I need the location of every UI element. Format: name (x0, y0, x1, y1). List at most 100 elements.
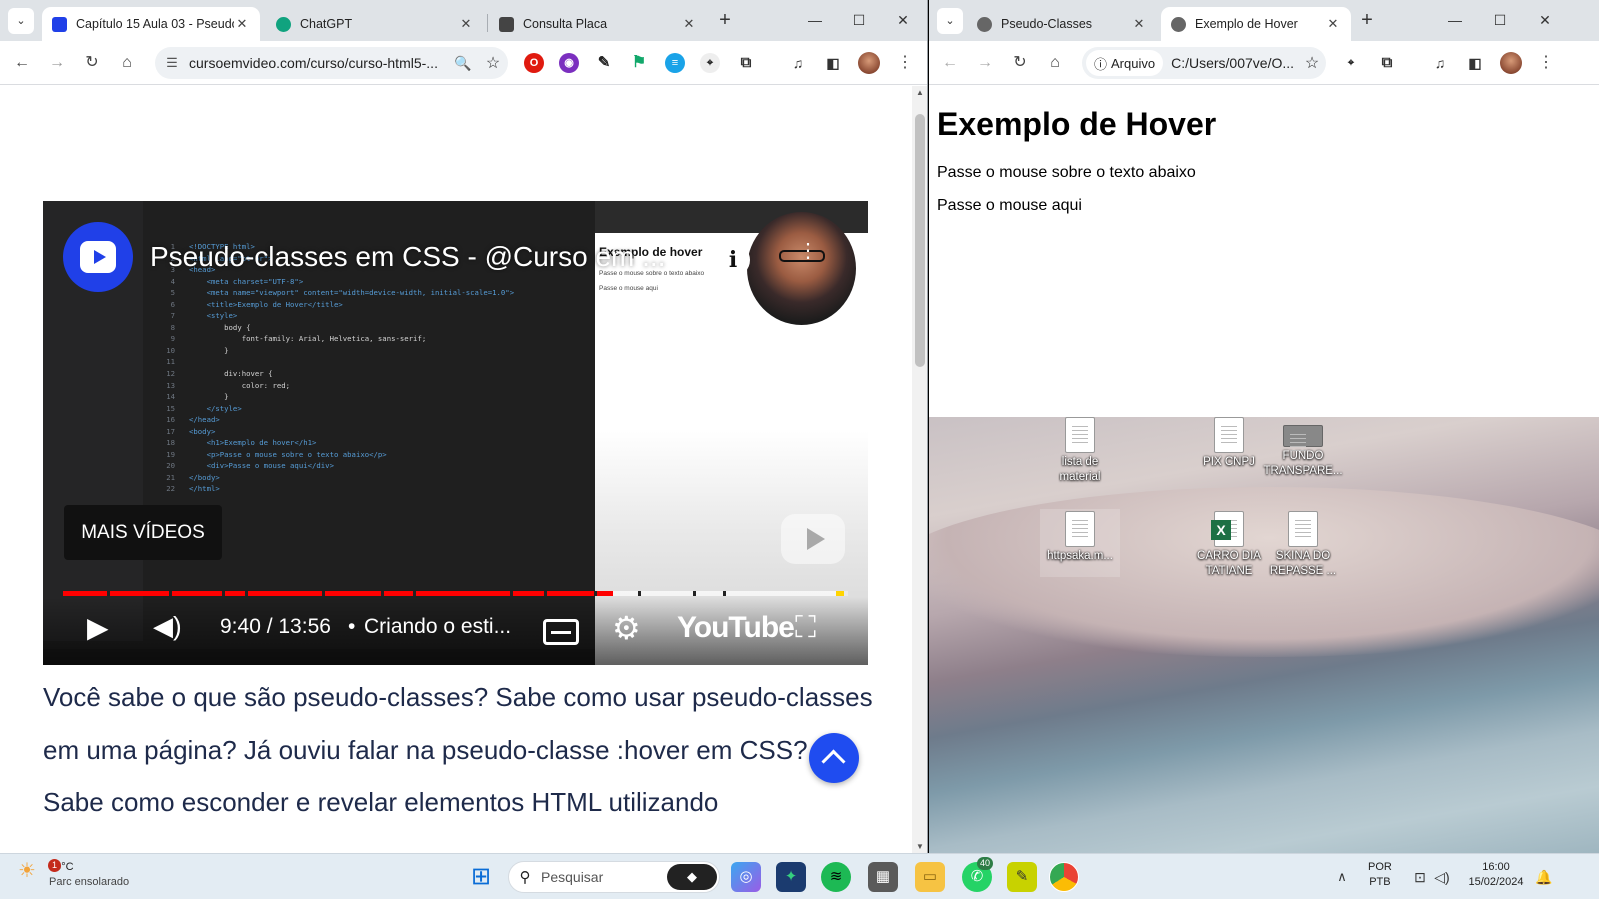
settings-gear-icon[interactable]: ⚙ (612, 609, 641, 647)
forward-button[interactable]: → (44, 50, 70, 76)
maximize-button[interactable]: ☐ (837, 6, 881, 34)
weather-widget[interactable]: ☀ 1 30°C Parc ensolarado (18, 859, 129, 890)
notes-app-icon[interactable]: ✎ (1007, 862, 1037, 892)
tab-capitulo[interactable]: Capítulo 15 Aula 03 - Pseudo ✕ (42, 7, 260, 41)
show-hidden-icons-chevron-icon[interactable]: ∧ (1327, 862, 1357, 892)
video-title[interactable]: Pseudo-classes em CSS - @Curso em ... (150, 241, 710, 273)
tab-search-dropdown[interactable]: ⌄ (937, 8, 963, 34)
scroll-up-arrow-icon[interactable]: ▲ (912, 88, 927, 97)
bookmark-star-icon[interactable]: ☆ (1298, 53, 1326, 73)
maximize-button[interactable]: ☐ (1478, 6, 1522, 34)
color-extension-icon[interactable]: ◉ (559, 53, 579, 73)
clock[interactable]: 16:00 15/02/2024 (1464, 860, 1528, 890)
more-videos-button[interactable]: MAIS VÍDEOS (64, 505, 222, 560)
desktop-icon-pix-cnpj[interactable]: PIX CNPJ (1189, 417, 1269, 470)
notification-bell-icon[interactable]: 🔔 (1529, 862, 1559, 892)
youtube-embed[interactable]: 1 <!DOCTYPE html> 2 <html lang="pt-br"> 3 <he… (43, 201, 868, 665)
language-indicator[interactable]: POR PTB (1368, 860, 1392, 890)
side-panel-icon[interactable]: ◧ (823, 53, 843, 73)
tab-chatgpt[interactable]: ChatGPT ✕ (266, 7, 484, 41)
back-button[interactable]: ← (937, 50, 963, 76)
home-button[interactable]: ⌂ (1042, 50, 1068, 76)
desktop-icon-httpsaka[interactable]: httpsaka.m... (1040, 509, 1120, 577)
reload-button[interactable]: ↻ (1007, 50, 1033, 76)
url-text[interactable]: C:/Users/007ve/O... (1171, 55, 1298, 71)
desktop-icon-lista-material[interactable]: lista de material (1040, 417, 1120, 485)
side-panel-icon[interactable]: ◧ (1465, 53, 1485, 73)
cursor-extension-icon[interactable]: ⌖ (1341, 53, 1361, 73)
minimize-button[interactable]: — (793, 6, 837, 34)
back-button[interactable]: ← (9, 50, 35, 76)
profile-avatar[interactable] (858, 52, 880, 74)
reload-button[interactable]: ↻ (79, 50, 105, 76)
play-button[interactable]: ▶ (87, 611, 109, 644)
new-tab-button[interactable]: + (712, 8, 738, 34)
menu-kebab-icon[interactable]: ⋮ (892, 50, 918, 76)
time-separator: • (348, 615, 356, 638)
desktop-icon-fundo-transparente[interactable]: FUNDO TRANSPARE... (1263, 425, 1343, 479)
close-tab-icon[interactable]: ✕ (1325, 16, 1341, 32)
calculator-icon[interactable]: ▦ (868, 862, 898, 892)
start-windows-icon[interactable]: ⊞ (466, 862, 496, 892)
bookmark-star-icon[interactable]: ☆ (478, 53, 508, 73)
volume-icon[interactable]: ◀) (153, 611, 182, 642)
site-info-icon[interactable]: ☰ (155, 55, 189, 71)
video-more-icon[interactable]: ⋮ (798, 241, 818, 276)
close-tab-icon[interactable]: ✕ (234, 16, 250, 32)
taskbar-search[interactable]: ⚲ Pesquisar ◆ (508, 861, 720, 893)
zoom-icon[interactable]: 🔍 (448, 55, 478, 72)
blue-extension-icon[interactable]: ≡ (665, 53, 685, 73)
close-tab-icon[interactable]: ✕ (681, 16, 697, 32)
youtube-logo[interactable]: YouTube (677, 611, 795, 645)
url-text[interactable]: cursoemvideo.com/curso/curso-html5-... (189, 55, 448, 71)
copilot-icon[interactable]: ◆ (667, 864, 717, 890)
extensions-puzzle-icon[interactable]: ⧉ (1377, 53, 1397, 73)
forward-button[interactable]: → (972, 50, 998, 76)
scroll-to-top-button[interactable] (809, 733, 859, 783)
clock-time: 16:00 (1482, 861, 1510, 873)
media-control-icon[interactable]: ♫ (788, 53, 808, 73)
scroll-down-arrow-icon[interactable]: ▼ (912, 842, 927, 851)
address-bar[interactable]: ⓘ Arquivo C:/Users/007ve/O... ☆ (1082, 47, 1326, 79)
media-control-icon[interactable]: ♫ (1430, 53, 1450, 73)
spotify-icon[interactable]: ≋ (821, 862, 851, 892)
subtitles-icon[interactable]: ▬▬ (543, 619, 579, 645)
tab-exemplo-hover[interactable]: Exemplo de Hover ✕ (1161, 7, 1351, 41)
ad-marker (836, 591, 844, 596)
profile-avatar[interactable] (1500, 52, 1522, 74)
file-explorer-icon[interactable]: ▭ (915, 862, 945, 892)
channel-logo[interactable] (63, 222, 133, 292)
close-tab-icon[interactable]: ✕ (458, 16, 474, 32)
close-tab-icon[interactable]: ✕ (1131, 16, 1147, 32)
document-icon (1065, 417, 1095, 453)
opera-extension-icon[interactable]: O (524, 53, 544, 73)
address-bar[interactable]: ☰ cursoemvideo.com/curso/curso-html5-...… (155, 47, 508, 79)
volume-icon[interactable]: ◁) (1427, 862, 1457, 892)
fullscreen-icon[interactable]: ⛶ (795, 611, 816, 645)
cursor-extension-icon[interactable]: ⌖ (700, 53, 720, 73)
tab-pseudo-classes[interactable]: Pseudo-Classes ✕ (967, 7, 1157, 41)
scrollbar-thumb[interactable] (915, 114, 925, 367)
home-button[interactable]: ⌂ (114, 50, 140, 76)
menu-kebab-icon[interactable]: ⋮ (1533, 50, 1559, 76)
chapter-title[interactable]: Criando o esti... (364, 615, 524, 639)
copilot-pre-icon[interactable]: ◎ (731, 862, 761, 892)
desktop-icon-carro-dia-tatiane[interactable]: CARRO DIA TATIANE (1189, 511, 1269, 579)
desktop-icon-skina-repasse[interactable]: SKINA DO REPASSE ... (1263, 511, 1343, 579)
file-chip[interactable]: ⓘ Arquivo (1086, 50, 1164, 76)
chrome-icon[interactable] (1049, 862, 1079, 892)
butterfly-app-icon[interactable]: ✦ (776, 862, 806, 892)
new-tab-button[interactable]: + (1354, 8, 1380, 34)
close-window-button[interactable]: ✕ (1523, 6, 1567, 34)
tab-search-dropdown[interactable]: ⌄ (8, 8, 34, 34)
eyedropper-extension-icon[interactable]: ✎ (594, 53, 614, 73)
minimize-button[interactable]: — (1433, 6, 1477, 34)
page-scrollbar[interactable]: ▲ ▼ (912, 86, 927, 853)
hover-div[interactable]: Passe o mouse aqui (937, 197, 1082, 215)
info-icon[interactable]: i (716, 243, 750, 277)
green-extension-icon[interactable]: ⚑ (629, 53, 649, 73)
progress-bar[interactable] (63, 591, 848, 596)
close-window-button[interactable]: ✕ (881, 6, 925, 34)
extensions-puzzle-icon[interactable]: ⧉ (736, 53, 756, 73)
tab-consulta-placa[interactable]: Consulta Placa ✕ (489, 7, 707, 41)
